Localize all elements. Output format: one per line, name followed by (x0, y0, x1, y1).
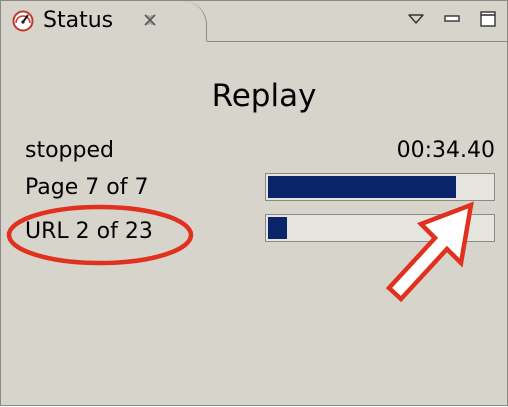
view-tab-bar: Status (1, 1, 507, 42)
tab-status[interactable]: Status (1, 1, 207, 42)
url-count-label: URL 2 of 23 (25, 219, 153, 244)
speedometer-icon (12, 10, 34, 32)
view-menu-icon[interactable] (407, 13, 425, 25)
tab-title: Status (43, 8, 114, 33)
minimize-icon[interactable] (443, 13, 461, 25)
status-content: Replay stopped 00:34.40 Page 7 of 7 URL … (1, 42, 507, 405)
replay-state-label: stopped (25, 138, 114, 163)
status-view: Status Replay stopped 00:34.40 Page 7 of… (0, 0, 508, 406)
maximize-icon[interactable] (479, 10, 497, 28)
url-progress-bar (265, 214, 495, 242)
url-progress-fill (268, 217, 287, 239)
replay-heading: Replay (211, 78, 317, 114)
page-progress-fill (268, 176, 456, 198)
page-progress-bar (265, 173, 495, 201)
close-tab-icon[interactable] (142, 12, 158, 28)
page-count-label: Page 7 of 7 (25, 175, 149, 200)
elapsed-time-label: 00:34.40 (396, 138, 495, 163)
